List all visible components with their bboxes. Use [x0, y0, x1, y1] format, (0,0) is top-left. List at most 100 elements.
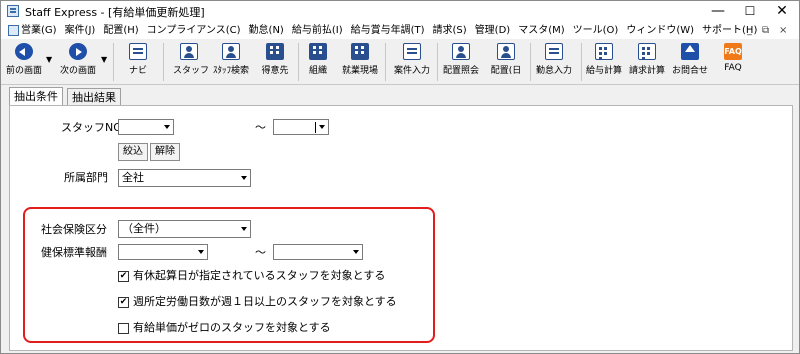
- minimize-button[interactable]: —: [702, 1, 734, 22]
- menu-item[interactable]: 配置(H): [103, 24, 138, 37]
- health-standard-to-select[interactable]: [273, 244, 363, 260]
- staff-no-to-select[interactable]: [273, 119, 329, 135]
- document-icon: [8, 25, 19, 36]
- app-icon: [7, 5, 19, 17]
- dropdown-arrow-icon: [241, 227, 247, 231]
- menu-item[interactable]: 案件(J): [65, 24, 96, 37]
- checkbox[interactable]: [118, 323, 129, 334]
- calculator-icon: [638, 43, 656, 60]
- back-label: 前の画面: [5, 66, 42, 76]
- checkbox-label: 有給単価がゼロのスタッフを対象とする: [133, 321, 331, 334]
- menu-item[interactable]: 営業(G): [21, 24, 57, 37]
- billing-calc-button[interactable]: 請求計算: [626, 41, 668, 83]
- staff-search-icon: [222, 43, 240, 60]
- mdi-restore-button[interactable]: ⧉: [762, 24, 769, 37]
- assignment-inquiry-label: 配置照会: [442, 66, 479, 76]
- staff-search-label: ｽﾀｯﾌ検索: [212, 66, 249, 76]
- arrow-right-icon: [69, 43, 87, 60]
- menu-item[interactable]: ツール(O): [573, 24, 619, 37]
- menu-item[interactable]: マスタ(M): [518, 24, 564, 37]
- department-select[interactable]: 全社: [118, 169, 251, 187]
- forward-button[interactable]: 次の画面: [58, 41, 98, 83]
- staff-no-from-select[interactable]: [118, 119, 174, 135]
- health-standard-label: 健保標準報酬: [41, 246, 107, 259]
- range-separator: ～: [255, 121, 266, 134]
- menu-list: 営業(G) 案件(J) 配置(H) コンプライアンス(C) 勤怠(N) 給与前払(I) 給与…: [21, 24, 765, 37]
- social-insurance-value: （全件）: [122, 222, 166, 235]
- back-button[interactable]: 前の画面: [4, 41, 44, 83]
- mdi-minimize-button[interactable]: _: [747, 24, 752, 37]
- client-icon: [266, 43, 284, 60]
- forward-label: 次の画面: [59, 66, 96, 76]
- social-insurance-label: 社会保険区分: [41, 223, 107, 236]
- payroll-calc-label: 給与計算: [585, 66, 622, 76]
- range-separator: ～: [255, 246, 266, 259]
- menu-item[interactable]: ウィンドウ(W): [626, 24, 694, 37]
- staff-icon: [180, 43, 198, 60]
- dropdown-arrow-icon: [353, 250, 359, 254]
- attendance-entry-icon: [545, 43, 563, 60]
- mdi-close-button[interactable]: ×: [779, 24, 787, 37]
- navi-label: ナビ: [128, 66, 147, 76]
- inquiry-button[interactable]: お問合せ: [669, 41, 711, 83]
- menu-item[interactable]: 管理(D): [475, 24, 511, 37]
- department-value: 全社: [122, 171, 144, 184]
- organization-icon: [309, 43, 327, 60]
- tab-extraction-results[interactable]: 抽出結果: [67, 88, 121, 105]
- organization-label: 組織: [308, 66, 327, 76]
- staff-no-label: スタッフNO: [61, 121, 122, 134]
- assignment-day-label: 配置(日: [490, 66, 522, 76]
- toolbar-divider: [437, 43, 438, 81]
- toolbar: 前の画面 ▼ 次の画面 ▼ ナビ スタッフ ｽﾀｯﾌ検索 得意先 組織 就業現場…: [1, 39, 799, 85]
- attendance-entry-label: 勤怠入力: [535, 66, 572, 76]
- payroll-calc-button[interactable]: 給与計算: [583, 41, 625, 83]
- close-button[interactable]: ✕: [766, 1, 798, 22]
- chevron-down-icon[interactable]: ▼: [101, 55, 107, 64]
- chevron-down-icon[interactable]: ▼: [46, 55, 52, 64]
- case-entry-label: 案件入力: [393, 66, 430, 76]
- department-label: 所属部門: [64, 171, 108, 184]
- tab-extraction-conditions[interactable]: 抽出条件: [9, 87, 63, 105]
- menu-item[interactable]: 給与賞与年調(T): [351, 24, 425, 37]
- menu-item[interactable]: 給与前払(I): [292, 24, 343, 37]
- assignment-day-button[interactable]: 配置(日: [485, 41, 527, 83]
- navi-button[interactable]: ナビ: [123, 41, 153, 83]
- worksite-button[interactable]: 就業現場: [338, 41, 382, 83]
- case-entry-button[interactable]: 案件入力: [390, 41, 434, 83]
- attendance-entry-button[interactable]: 勤怠入力: [532, 41, 576, 83]
- menu-item[interactable]: 勤怠(N): [249, 24, 284, 37]
- checkbox[interactable]: ✔: [118, 297, 129, 308]
- menu-item[interactable]: 請求(S): [433, 24, 467, 37]
- title-bar: Staff Express - [有給単価更新処理] — ☐ ✕: [1, 1, 799, 22]
- toolbar-divider: [298, 43, 299, 81]
- assignment-inquiry-button[interactable]: 配置照会: [440, 41, 482, 83]
- upload-icon: [681, 43, 699, 60]
- checkbox-label: 週所定労働日数が週１日以上のスタッフを対象とする: [133, 295, 397, 308]
- app-window: Staff Express - [有給単価更新処理] — ☐ ✕ 営業(G) 案件…: [0, 0, 800, 354]
- social-insurance-select[interactable]: （全件）: [118, 220, 251, 238]
- dropdown-arrow-icon: [198, 250, 204, 254]
- menu-bar: 営業(G) 案件(J) 配置(H) コンプライアンス(C) 勤怠(N) 給与前払(I) 給与…: [1, 22, 799, 39]
- worksite-label: 就業現場: [341, 66, 378, 76]
- window-title: Staff Express - [有給単価更新処理]: [25, 6, 205, 19]
- billing-calc-label: 請求計算: [628, 66, 665, 76]
- staff-button[interactable]: スタッフ: [173, 41, 209, 83]
- inquiry-label: お問合せ: [671, 66, 708, 76]
- maximize-button[interactable]: ☐: [734, 1, 766, 22]
- organization-button[interactable]: 組織: [303, 41, 333, 83]
- clear-button[interactable]: 解除: [150, 143, 180, 161]
- text-cursor: [315, 122, 316, 133]
- navi-icon: [129, 43, 147, 60]
- filter-button[interactable]: 絞込: [118, 143, 148, 161]
- dropdown-arrow-icon: [319, 125, 325, 129]
- staff-search-button[interactable]: ｽﾀｯﾌ検索: [209, 41, 253, 83]
- toolbar-divider: [581, 43, 582, 81]
- dropdown-arrow-icon: [241, 176, 247, 180]
- toolbar-divider: [530, 43, 531, 81]
- health-standard-from-select[interactable]: [118, 244, 208, 260]
- checkbox[interactable]: ✔: [118, 271, 129, 282]
- client-label: 得意先: [261, 66, 289, 76]
- faq-button[interactable]: FAQ FAQ: [719, 41, 747, 83]
- client-button[interactable]: 得意先: [258, 41, 292, 83]
- menu-item[interactable]: コンプライアンス(C): [147, 24, 241, 37]
